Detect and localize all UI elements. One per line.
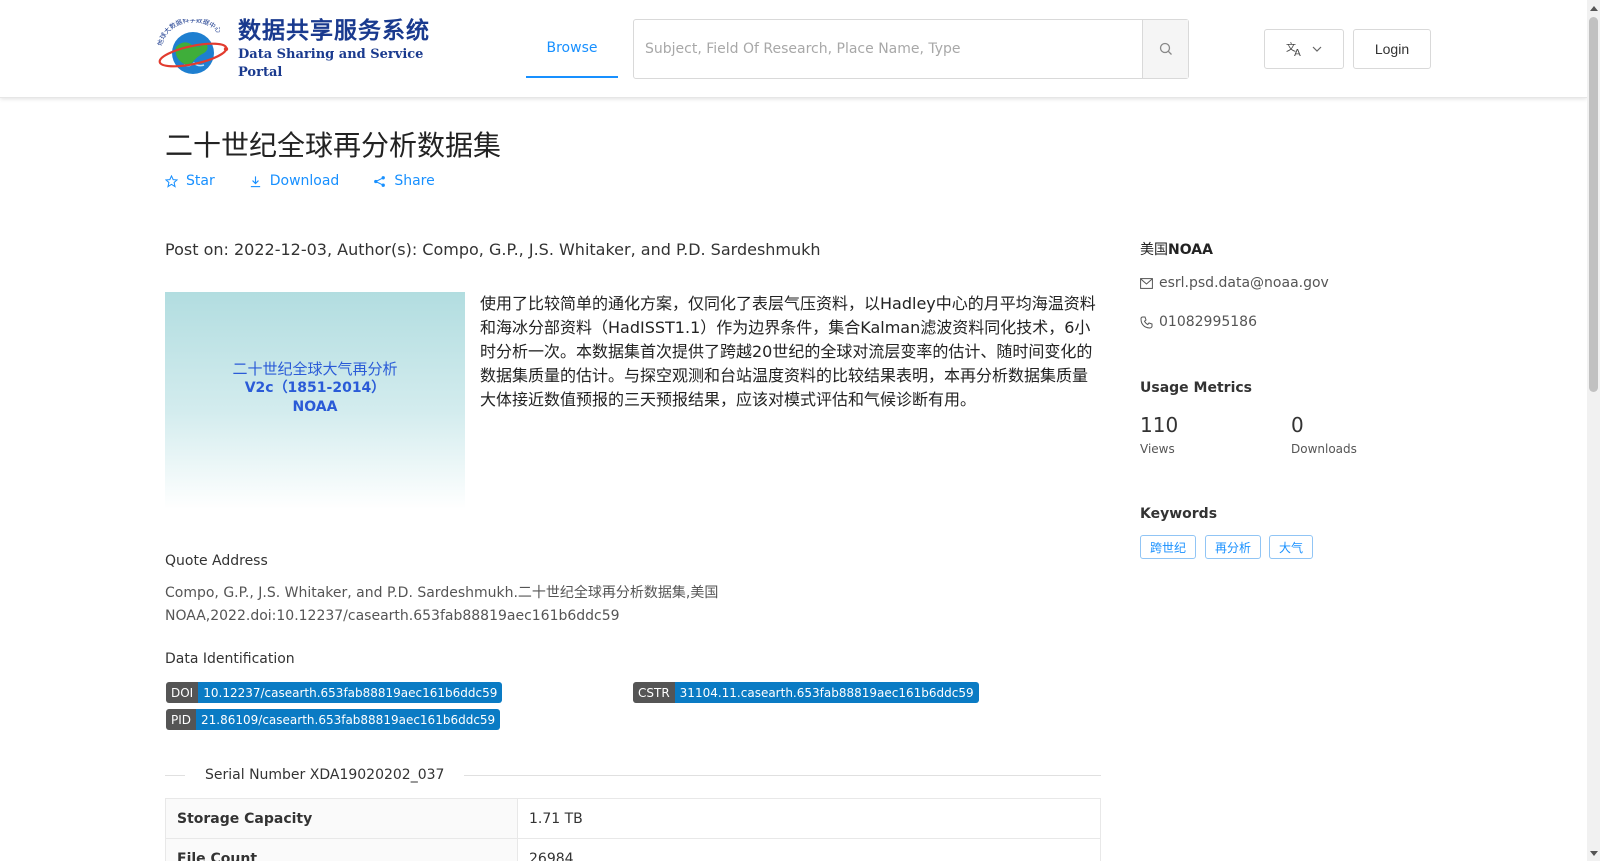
downloads-label: Downloads	[1291, 442, 1357, 456]
chevron-down-icon	[1312, 46, 1322, 52]
cstr-value: 31104.11.casearth.653fab88819aec161b6ddc…	[674, 682, 979, 703]
doi-value: 10.12237/casearth.653fab88819aec161b6ddc…	[198, 682, 503, 703]
star-button[interactable]: Star	[165, 173, 215, 189]
pid-key: PID	[166, 709, 197, 730]
contact-phone: 01082995186	[1140, 314, 1257, 330]
scroll-up-arrow-icon[interactable]	[1587, 2, 1600, 14]
data-identification-label: Data Identification	[165, 651, 295, 667]
dataset-description: 使用了比较简单的通化方案，仅同化了表层气压资料，以Hadley中心的月平均海温资…	[480, 294, 1096, 409]
star-label: Star	[186, 173, 215, 189]
pid-value: 21.86109/casearth.653fab88819aec161b6ddc…	[196, 709, 501, 730]
cover-source: NOAA	[292, 399, 338, 415]
share-label: Share	[394, 173, 435, 189]
email-text: esrl.psd.data@noaa.gov	[1159, 275, 1329, 291]
search-icon	[1159, 42, 1172, 55]
svg-text:A: A	[1294, 48, 1301, 57]
vertical-scrollbar[interactable]	[1587, 0, 1600, 861]
dataset-cover-image: 二十世纪全球大气再分析 V2c（1851-2014） NOAA	[165, 292, 465, 509]
logo-title-en: Data Sharing and Service Portal	[238, 47, 424, 80]
info-key: File Count	[165, 838, 518, 861]
pid-badge[interactable]: PID 21.86109/casearth.653fab88819aec161b…	[166, 709, 501, 730]
info-key: Storage Capacity	[165, 798, 518, 839]
search-box	[633, 19, 1189, 79]
download-button[interactable]: Download	[249, 173, 340, 189]
doi-key: DOI	[166, 682, 199, 703]
org-name: NOAA	[1168, 242, 1213, 258]
scrollbar-thumb[interactable]	[1589, 17, 1598, 392]
info-value: 1.71 TB	[517, 798, 1101, 839]
phone-icon	[1140, 316, 1153, 329]
table-row: Storage Capacity 1.71 TB	[165, 798, 1101, 839]
keywords-heading: Keywords	[1140, 506, 1218, 522]
keyword-tag[interactable]: 跨世纪	[1140, 535, 1197, 559]
info-value: 26984	[517, 838, 1101, 861]
search-input[interactable]	[634, 20, 1142, 78]
org-prefix: 美国	[1140, 242, 1168, 258]
language-switcher[interactable]: 文 A	[1264, 29, 1344, 69]
login-button[interactable]: Login	[1353, 29, 1431, 69]
star-icon	[165, 174, 178, 188]
downloads-count: 0	[1291, 413, 1304, 437]
cstr-badge[interactable]: CSTR 31104.11.casearth.653fab88819aec161…	[633, 682, 979, 703]
serial-number: Serial Number XDA19020202_037	[205, 767, 445, 783]
doi-badge[interactable]: DOI 10.12237/casearth.653fab88819aec161b…	[166, 682, 503, 703]
translate-icon: 文 A	[1286, 41, 1301, 57]
download-icon	[250, 175, 260, 187]
logo-title-cn: 数据共享服务系统	[238, 18, 430, 44]
scroll-down-arrow-icon[interactable]	[1587, 847, 1600, 859]
views-label: Views	[1140, 442, 1175, 456]
cover-title: 二十世纪全球大气再分析	[232, 360, 398, 378]
post-info: Post on: 2022-12-03, Author(s): Compo, G…	[165, 240, 821, 259]
site-logo[interactable]: 地球大数据科学数据中心 数据共享服务系统 Data Sharing and Se…	[154, 18, 439, 80]
keyword-tag[interactable]: 大气	[1269, 535, 1314, 559]
mail-icon	[1140, 277, 1153, 289]
phone-text: 01082995186	[1159, 314, 1257, 330]
share-icon	[374, 175, 386, 187]
download-label: Download	[269, 173, 340, 189]
globe-logo-icon: 地球大数据科学数据中心	[155, 19, 229, 74]
views-count: 110	[1140, 413, 1179, 437]
organization-name: 美国NOAA	[1140, 239, 1213, 259]
dataset-actions: Star Download Share	[165, 173, 435, 189]
contact-email[interactable]: esrl.psd.data@noaa.gov	[1140, 275, 1329, 291]
top-navbar: 地球大数据科学数据中心 数据共享服务系统 Data Sharing and Se…	[0, 0, 1587, 98]
nav-browse-tab[interactable]: Browse	[526, 20, 618, 78]
keyword-tag[interactable]: 再分析	[1205, 535, 1262, 559]
quote-address-text: Compo, G.P., J.S. Whitaker, and P.D. Sar…	[165, 585, 719, 624]
share-button[interactable]: Share	[373, 173, 435, 189]
page-title: 二十世纪全球再分析数据集	[165, 129, 502, 162]
search-button[interactable]	[1142, 20, 1188, 78]
dataset-info-table: Storage Capacity 1.71 TB File Count 2698…	[165, 798, 1101, 861]
usage-metrics-heading: Usage Metrics	[1140, 380, 1252, 396]
serial-number-divider: Serial Number XDA19020202_037	[165, 765, 1101, 785]
cover-version: V2c（1851-2014）	[244, 380, 386, 396]
cstr-key: CSTR	[633, 682, 675, 703]
quote-address-label: Quote Address	[165, 553, 268, 569]
table-row: File Count 26984	[165, 838, 1101, 861]
